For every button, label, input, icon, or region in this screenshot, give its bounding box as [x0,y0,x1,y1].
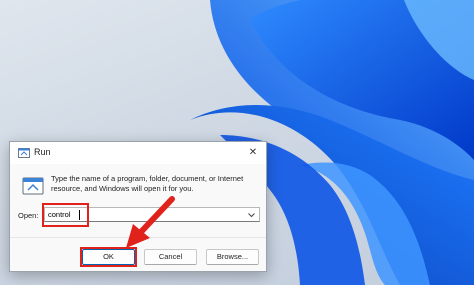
window-title: Run [34,147,51,157]
chevron-down-icon[interactable] [247,211,256,219]
cancel-button[interactable]: Cancel [144,249,197,265]
close-button[interactable]: ✕ [240,142,266,164]
close-icon: ✕ [248,147,258,158]
run-description: Type the name of a program, folder, docu… [51,174,244,193]
title-bar: Run ✕ [10,142,266,164]
run-icon [18,148,30,158]
ok-highlight-box [80,247,137,267]
divider [10,237,266,238]
input-highlight-box [42,203,89,227]
browse-button[interactable]: Browse... [206,249,259,265]
run-icon [22,177,44,195]
open-label: Open: [18,211,39,220]
run-dialog: Run ✕ Type the name of a program, folder… [9,141,267,272]
